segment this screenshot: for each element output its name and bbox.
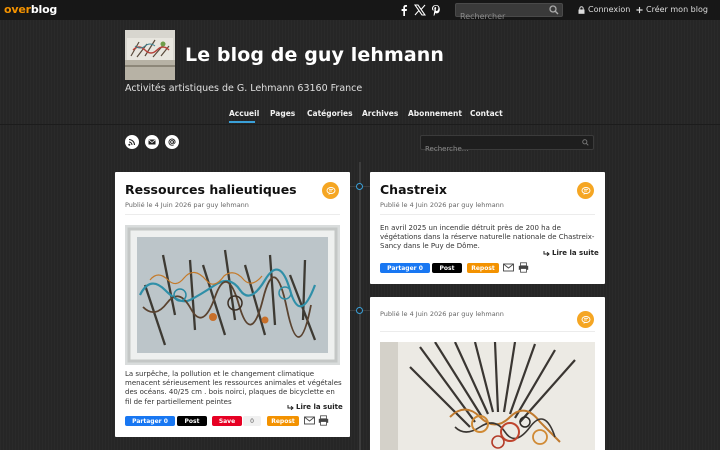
- timeline-dot: [356, 307, 363, 314]
- x-post-button[interactable]: Post: [432, 263, 462, 273]
- create-blog-label: Créer mon blog: [646, 5, 708, 14]
- nav-divider: [0, 124, 720, 125]
- pinterest-save-label: Save: [218, 417, 236, 425]
- timeline-line: [359, 162, 361, 450]
- nav-accueil[interactable]: Accueil: [229, 109, 259, 118]
- at-icon[interactable]: [165, 135, 179, 149]
- print-icon[interactable]: [318, 415, 329, 426]
- sidebar-search-box: [420, 135, 594, 156]
- divider: [380, 214, 595, 215]
- timeline-dot: [356, 183, 363, 190]
- top-search-input[interactable]: [456, 10, 546, 23]
- pinterest-save-button[interactable]: Save: [212, 416, 242, 426]
- pinterest-icon[interactable]: [429, 2, 443, 18]
- overblog-logo[interactable]: overblog: [4, 3, 57, 16]
- x-icon[interactable]: [413, 2, 427, 18]
- x-post-label: Post: [439, 264, 455, 272]
- facebook-share-label: Partager 0: [132, 417, 168, 425]
- top-search-box: [455, 3, 563, 23]
- facebook-share-button[interactable]: Partager 0: [125, 416, 175, 426]
- post-image[interactable]: [125, 225, 340, 365]
- post-meta: Publié le 4 Juin 2026 par guy lehmann: [380, 201, 504, 209]
- nav-archives[interactable]: Archives: [362, 109, 398, 118]
- post-card: Chastreix Publié le 4 Juin 2026 par guy …: [370, 172, 605, 284]
- post-meta: Publié le 4 Juin 2026 par guy lehmann: [380, 310, 504, 318]
- nav-pages[interactable]: Pages: [270, 109, 295, 118]
- facebook-share-label: Partager 0: [387, 264, 423, 272]
- logo-part-over: over: [4, 3, 31, 16]
- divider: [125, 214, 340, 215]
- login-link[interactable]: Connexion: [578, 5, 630, 14]
- pin-count-label: 0: [250, 417, 254, 425]
- nav-categories[interactable]: Catégories: [307, 109, 353, 118]
- read-more-link[interactable]: Lire la suite: [543, 249, 599, 257]
- post-image[interactable]: [380, 342, 595, 450]
- read-more-link[interactable]: Lire la suite: [287, 403, 343, 411]
- comment-badge-icon[interactable]: [577, 182, 594, 199]
- nav-abonnement[interactable]: Abonnement: [408, 109, 462, 118]
- sidebar-search-input[interactable]: [421, 142, 571, 156]
- nav-active-indicator: [229, 121, 255, 123]
- logo-part-blog: blog: [30, 3, 58, 16]
- nav-contact[interactable]: Contact: [470, 109, 503, 118]
- comment-badge-icon[interactable]: [577, 311, 594, 328]
- arrow-return-icon: [543, 250, 550, 256]
- post-title[interactable]: Chastreix: [380, 182, 447, 197]
- repost-label: Repost: [471, 264, 495, 272]
- post-card: Publié le 4 Juin 2026 par guy lehmann: [370, 297, 605, 450]
- lock-icon: [578, 5, 585, 14]
- login-label: Connexion: [588, 5, 631, 14]
- x-post-button[interactable]: Post: [177, 416, 207, 426]
- create-blog-link[interactable]: Créer mon blog: [636, 5, 708, 14]
- email-share-icon[interactable]: [304, 415, 315, 426]
- repost-button[interactable]: Repost: [467, 263, 499, 273]
- email-share-icon[interactable]: [503, 262, 514, 273]
- email-icon[interactable]: [145, 135, 159, 149]
- repost-label: Repost: [271, 417, 295, 425]
- post-excerpt: En avril 2025 un incendie détruit près d…: [380, 224, 595, 251]
- arrow-return-icon: [287, 404, 294, 410]
- post-title[interactable]: Ressources halieutiques: [125, 182, 297, 197]
- blog-title[interactable]: Le blog de guy lehmann: [185, 44, 444, 66]
- x-post-label: Post: [184, 417, 200, 425]
- facebook-icon[interactable]: [397, 2, 411, 18]
- read-more-label: Lire la suite: [296, 403, 343, 411]
- post-meta: Publié le 4 Juin 2026 par guy lehmann: [125, 201, 249, 209]
- facebook-share-button[interactable]: Partager 0: [380, 263, 430, 273]
- top-bar: overblog Connexion Créer mon blog: [0, 0, 720, 23]
- blog-description: Activités artistiques de G. Lehmann 6316…: [125, 83, 363, 94]
- pin-count: 0: [243, 416, 261, 426]
- plus-icon: [636, 6, 643, 13]
- repost-button[interactable]: Repost: [267, 416, 299, 426]
- blog-avatar-image[interactable]: [125, 30, 175, 80]
- search-icon[interactable]: [549, 5, 559, 15]
- comment-badge-icon[interactable]: [322, 182, 339, 199]
- search-icon[interactable]: [582, 139, 589, 146]
- rss-icon[interactable]: [125, 135, 139, 149]
- post-excerpt: La surpêche, la pollution et le changeme…: [125, 370, 342, 406]
- read-more-label: Lire la suite: [552, 249, 599, 257]
- divider: [380, 331, 595, 332]
- post-card: Ressources halieutiques Publié le 4 Juin…: [115, 172, 350, 437]
- print-icon[interactable]: [518, 262, 529, 273]
